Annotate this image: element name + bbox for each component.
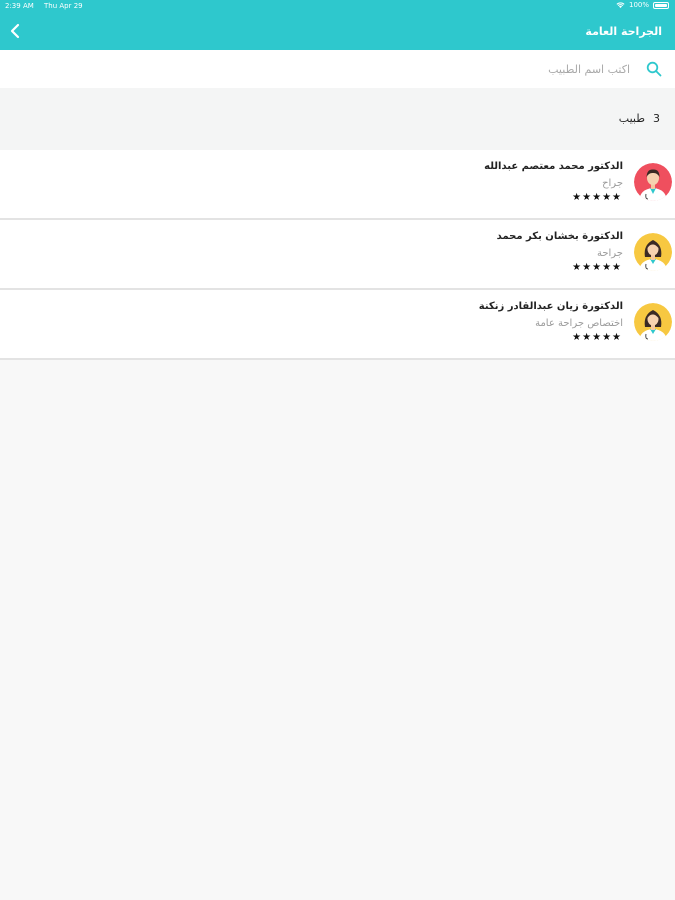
top-bar: 2:39 AM Thu Apr 29 100% الجراحة العامة	[0, 0, 675, 50]
results-count-section: 3 طبيب	[0, 88, 675, 150]
status-indicators: 100%	[616, 1, 669, 9]
doctor-list: الدكتور محمد معتصم عبدالله جراح ★★★★★ ال…	[0, 150, 675, 360]
doctor-name: الدكتور محمد معتصم عبدالله	[484, 161, 623, 172]
doctor-row[interactable]: الدكتورة بخشان بكر محمد جراحة ★★★★★	[0, 220, 675, 290]
search-bar	[0, 50, 675, 88]
rating-stars: ★★★★★	[572, 262, 622, 273]
doctor-row[interactable]: الدكتور محمد معتصم عبدالله جراح ★★★★★	[0, 150, 675, 220]
search-input[interactable]	[70, 59, 630, 79]
battery-percent: 100%	[628, 1, 649, 9]
doctor-specialty: اختصاص جراحة عامة	[535, 318, 623, 329]
male-doctor-icon	[634, 163, 672, 201]
female-doctor-avatar	[634, 233, 672, 271]
female-doctor-icon	[634, 303, 672, 341]
doctor-specialty: جراح	[602, 178, 623, 189]
back-button[interactable]	[6, 20, 24, 42]
results-count-label: طبيب	[618, 112, 645, 125]
results-count: 3 طبيب	[619, 112, 660, 125]
male-doctor-avatar	[634, 163, 672, 201]
status-time: 2:39 AM	[5, 2, 34, 10]
doctor-specialty: جراحة	[596, 248, 623, 259]
results-count-number: 3	[653, 112, 660, 125]
doctor-name: الدكتورة بخشان بكر محمد	[496, 231, 623, 242]
battery-icon	[653, 1, 669, 9]
status-date: Thu Apr 29	[44, 2, 83, 10]
rating-stars: ★★★★★	[572, 192, 622, 203]
female-doctor-icon	[634, 233, 672, 271]
search-icon[interactable]	[646, 61, 662, 77]
page-title: الجراحة العامة	[585, 25, 662, 38]
doctor-name: الدكتورة زيان عبدالقادر زنكنة	[478, 301, 623, 312]
wifi-icon	[616, 2, 625, 8]
female-doctor-avatar	[634, 303, 672, 341]
doctor-row[interactable]: الدكتورة زيان عبدالقادر زنكنة اختصاص جرا…	[0, 290, 675, 360]
status-bar: 2:39 AM Thu Apr 29 100%	[0, 0, 675, 13]
chevron-left-icon	[10, 23, 20, 39]
rating-stars: ★★★★★	[572, 332, 622, 343]
